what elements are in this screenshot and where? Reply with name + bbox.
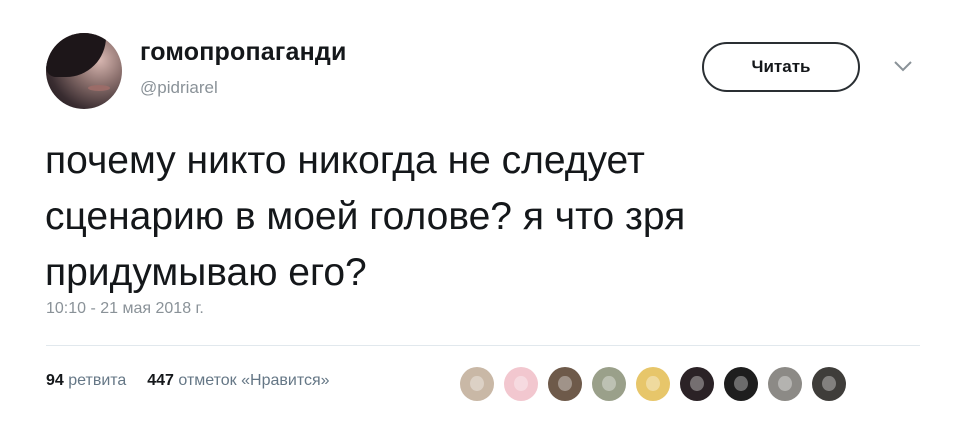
avatar-lip-shape (88, 85, 110, 91)
user-display-name[interactable]: гомопропаганди (140, 38, 347, 67)
follow-button-label: Читать (751, 57, 811, 76)
liker-avatar[interactable] (768, 367, 802, 401)
tweet-text-line: почему никто никогда не следует (45, 139, 645, 182)
user-handle[interactable]: @pidriarel (140, 78, 218, 98)
retweets-count: 94 (46, 372, 64, 389)
liker-avatar[interactable] (504, 367, 538, 401)
liker-avatar[interactable] (460, 367, 494, 401)
likes-label: отметок «Нравится» (178, 372, 330, 389)
liker-avatar[interactable] (724, 367, 758, 401)
tweet-card: гомопропаганди @pidriarel Читать почему … (0, 0, 960, 434)
likers-avatars (460, 366, 856, 402)
divider (46, 345, 920, 346)
tweet-stats: 94 ретвита 447 отметок «Нравится» (46, 372, 330, 390)
tweet-timestamp[interactable]: 10:10 - 21 мая 2018 г. (46, 300, 204, 318)
retweets-label: ретвита (68, 372, 127, 389)
liker-avatar[interactable] (812, 367, 846, 401)
liker-avatar[interactable] (548, 367, 582, 401)
liker-avatar[interactable] (636, 367, 670, 401)
chevron-down-icon[interactable] (892, 58, 914, 74)
likes-stat[interactable]: 447 отметок «Нравится» (147, 372, 329, 389)
user-avatar[interactable] (46, 33, 122, 109)
follow-button[interactable]: Читать (702, 42, 860, 92)
retweets-stat[interactable]: 94 ретвита (46, 372, 131, 389)
tweet-text-line: придумываю его? (45, 251, 367, 294)
liker-avatar[interactable] (592, 367, 626, 401)
avatar-hair-shape (46, 33, 106, 77)
likes-count: 447 (147, 372, 174, 389)
tweet-text: почему никто никогда не следует сценарию… (45, 133, 905, 301)
tweet-text-line: сценарию в моей голове? я что зря (45, 195, 686, 238)
liker-avatar[interactable] (680, 367, 714, 401)
